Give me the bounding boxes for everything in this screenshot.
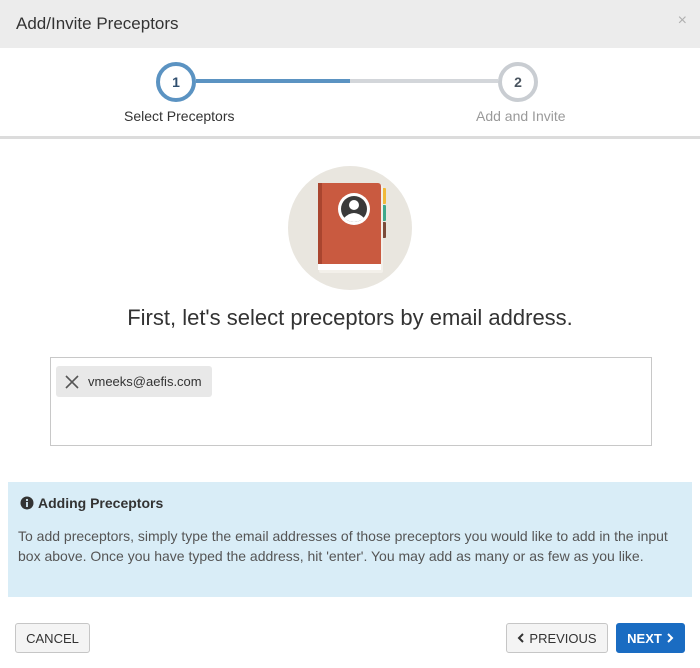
step-1-label: Select Preceptors [124, 108, 235, 124]
next-button[interactable]: NEXT [616, 623, 685, 653]
step-progress-line-inactive [350, 79, 498, 83]
email-chip: vmeeks@aefis.com [56, 366, 212, 397]
step-progress-line-active [196, 79, 350, 83]
step-1-indicator: 1 [156, 62, 196, 102]
cancel-button[interactable]: CANCEL [15, 623, 90, 653]
chevron-right-icon [667, 633, 674, 643]
info-body: To add preceptors, simply type the email… [18, 528, 668, 564]
email-tag-input[interactable]: vmeeks@aefis.com [50, 357, 652, 446]
info-title-row: Adding Preceptors [20, 495, 163, 511]
info-title: Adding Preceptors [38, 495, 164, 511]
chevron-left-icon [517, 633, 525, 643]
instruction-headline: First, let's select preceptors by email … [127, 305, 573, 330]
wizard-stepper: 1 Select Preceptors 2 Add and Invite [0, 48, 700, 139]
info-circle-icon [20, 496, 34, 510]
previous-button[interactable]: PREVIOUS [506, 623, 608, 653]
address-book-illustration [288, 166, 412, 290]
address-book-icon [318, 183, 386, 273]
modal-header: Add/Invite Preceptors × [0, 0, 700, 48]
previous-button-label: PREVIOUS [529, 630, 597, 646]
info-panel: Adding Preceptors To add preceptors, sim… [8, 482, 692, 597]
remove-chip-icon[interactable] [64, 374, 80, 390]
close-icon[interactable]: × [678, 13, 687, 29]
step-2-label: Add and Invite [476, 108, 566, 124]
step-2-indicator: 2 [498, 62, 538, 102]
next-button-label: NEXT [627, 630, 662, 646]
modal-title: Add/Invite Preceptors [16, 14, 179, 33]
email-chip-text: vmeeks@aefis.com [88, 374, 202, 389]
add-invite-preceptors-modal: Add/Invite Preceptors × 1 Select Precept… [0, 0, 700, 668]
